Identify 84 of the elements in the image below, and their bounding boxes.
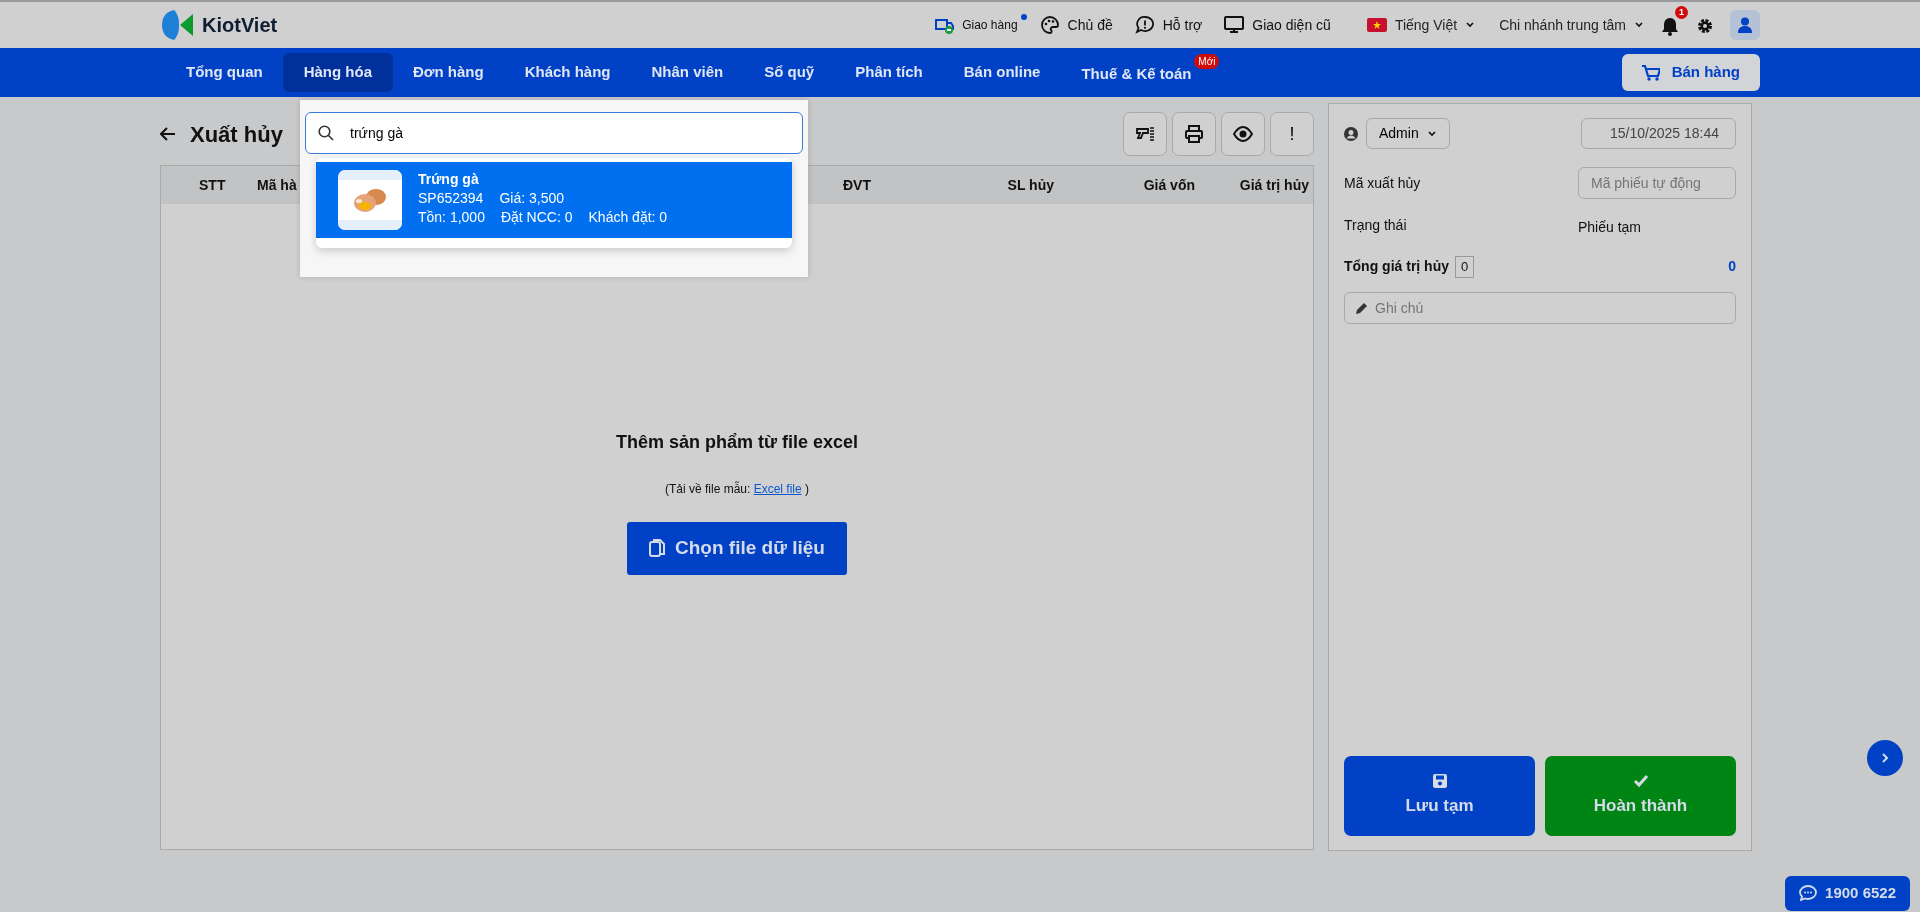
- column-header: Giá vốn: [1143, 176, 1195, 193]
- complete-button[interactable]: Hoàn thành: [1545, 756, 1736, 836]
- stock-count: Tồn: 1,000: [418, 208, 485, 227]
- search-field[interactable]: trứng gà: [305, 112, 803, 154]
- page-title: Xuất hủy: [190, 120, 283, 149]
- back-arrow-icon[interactable]: [160, 127, 176, 141]
- print-button[interactable]: [1172, 112, 1216, 156]
- column-header: ĐVT: [843, 176, 871, 193]
- eye-icon: [1233, 124, 1253, 144]
- total-value: 0: [1728, 257, 1736, 277]
- chevron-down-icon: [1634, 20, 1644, 30]
- total-label: Tổng giá trị hủy: [1344, 257, 1449, 277]
- settings-icon[interactable]: [1696, 16, 1714, 35]
- user-icon: [1738, 17, 1752, 33]
- notification-badge: 1: [1675, 6, 1688, 20]
- nav-tab[interactable]: Sổ quỹ: [743, 53, 836, 92]
- language-select[interactable]: Tiếng Việt: [1358, 10, 1484, 40]
- preview-button[interactable]: [1221, 112, 1265, 156]
- status-value: Phiếu tạm: [1578, 218, 1643, 237]
- chevron-down-icon: [1426, 128, 1437, 139]
- nav-tab[interactable]: Tổng quan: [165, 53, 284, 92]
- column-header: Mã hà: [257, 176, 297, 193]
- sell-button[interactable]: Bán hàng: [1621, 54, 1760, 91]
- check-icon: [1632, 773, 1649, 790]
- note-field[interactable]: Ghi chú: [1344, 291, 1736, 324]
- cart-icon: [1641, 64, 1660, 81]
- expand-button[interactable]: [1867, 740, 1903, 776]
- chat-alert-icon: [1134, 15, 1155, 35]
- search-result[interactable]: Trứng gà SP652394 Giá: 3,500 Tồn: 1,000 Đặt NCC: 0 Khách đặt: 0: [316, 162, 792, 238]
- field-label: Mã xuất hủy: [1344, 173, 1421, 193]
- monitor-icon: [1224, 15, 1245, 35]
- save-button[interactable]: Lưu tạm: [1344, 756, 1535, 836]
- nav-tab[interactable]: Đơn hàng: [392, 53, 505, 92]
- user-circle-icon: [1344, 126, 1358, 141]
- product-code: SP652394: [418, 189, 484, 208]
- support-link[interactable]: Hỗ trợ: [1162, 14, 1203, 36]
- branch-label: Chi nhánh trung tâm: [1499, 15, 1626, 35]
- hotline-button[interactable]: 1900 6522: [1785, 876, 1910, 911]
- theme-link[interactable]: Chủ đề: [1067, 14, 1113, 36]
- pencil-icon: [1355, 301, 1368, 315]
- product-price: Giá: 3,500: [499, 189, 564, 208]
- chat-icon: [1799, 885, 1818, 902]
- user-select[interactable]: Admin: [1366, 118, 1450, 149]
- customer-order-count: Khách đặt: 0: [588, 208, 668, 227]
- nav-tab[interactable]: Phân tích: [834, 53, 944, 92]
- nav-tab[interactable]: Hàng hóa: [282, 53, 393, 92]
- nav-tab[interactable]: Nhân viên: [630, 53, 745, 92]
- scanner-button[interactable]: [1123, 112, 1167, 156]
- choose-file-button[interactable]: Chọn file dữ liệu: [627, 522, 847, 575]
- column-header: STT: [199, 176, 226, 193]
- branch-select[interactable]: Chi nhánh trung tâm: [1491, 10, 1652, 40]
- date-field[interactable]: 15/10/2025 18:44: [1581, 118, 1736, 149]
- new-badge: Mới: [1194, 54, 1220, 70]
- code-input[interactable]: Mã phiếu tự động: [1578, 167, 1736, 199]
- logo-text: KiotViet: [202, 13, 278, 38]
- field-label: Trạng thái: [1344, 216, 1407, 235]
- supplier-order-count: Đặt NCC: 0: [500, 208, 573, 227]
- excel-file-link[interactable]: Excel file: [753, 482, 802, 496]
- column-header: SL hủy: [1007, 176, 1054, 193]
- language-label: Tiếng Việt: [1394, 15, 1458, 35]
- notification-dot: [1020, 14, 1027, 20]
- info-button[interactable]: !: [1270, 112, 1314, 156]
- save-icon: [1431, 773, 1448, 790]
- classic-link[interactable]: Giao diện cũ: [1252, 14, 1331, 36]
- palette-icon: [1039, 15, 1060, 35]
- search-icon: [318, 125, 334, 141]
- nav-tab[interactable]: Bán online: [942, 53, 1062, 92]
- scanner-icon: [1135, 124, 1155, 144]
- printer-icon: [1184, 124, 1204, 144]
- count-badge: 0: [1455, 256, 1475, 278]
- chevron-down-icon: [1465, 20, 1476, 30]
- flag-icon: [1366, 18, 1387, 32]
- nav-tab[interactable]: Khách hàng: [503, 53, 632, 92]
- import-title: Thêm sản phẩm từ file excel: [615, 431, 859, 454]
- nav-tab[interactable]: Thuế & Kế toán Mới: [1060, 53, 1222, 92]
- bell-icon[interactable]: [1660, 15, 1680, 36]
- product-name: Trứng gà: [418, 170, 480, 189]
- logo-icon: [160, 8, 194, 42]
- copy-icon: [649, 538, 666, 559]
- chevron-right-icon: [1880, 752, 1890, 764]
- template-hint: (Tải về file mẫu: Excel file ): [664, 480, 810, 498]
- column-header: Giá trị hủy: [1239, 176, 1309, 193]
- delivery-link[interactable]: Giao hàng: [962, 16, 1018, 34]
- user-avatar-button[interactable]: [1730, 10, 1760, 40]
